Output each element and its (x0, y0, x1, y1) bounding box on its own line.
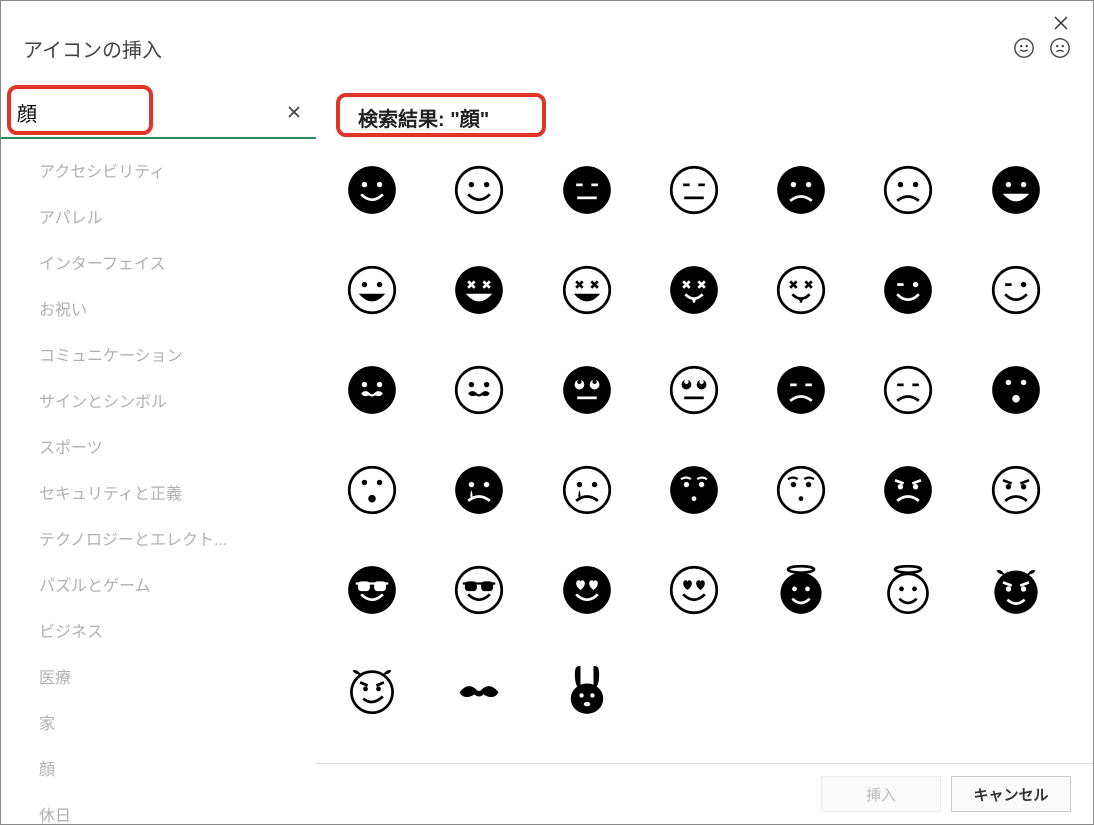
icon-grid (344, 152, 1085, 738)
category-list[interactable]: アクセシビリティアパレルインターフェイスお祝いコミュニケーションサインとシンボル… (1, 139, 316, 824)
cancel-button[interactable]: キャンセル (951, 776, 1071, 812)
category-item[interactable]: お祝い (1, 285, 316, 331)
category-item[interactable]: コミュニケーション (1, 331, 316, 377)
insert-button[interactable]: 挿入 (821, 776, 941, 812)
icon-surprise-outline[interactable] (344, 462, 400, 518)
category-item[interactable]: パズルとゲーム (1, 561, 316, 607)
icon-angry-outline[interactable] (988, 462, 1044, 518)
category-item[interactable]: サインとシンボル (1, 377, 316, 423)
icon-devil-solid[interactable] (988, 562, 1044, 618)
icon-tongue-squint-solid[interactable] (666, 262, 722, 318)
icon-hearts-solid[interactable] (559, 562, 615, 618)
category-item[interactable]: スポーツ (1, 423, 316, 469)
icon-sunglasses-outline[interactable] (451, 562, 507, 618)
icon-halo-solid[interactable] (773, 562, 829, 618)
clear-search-button[interactable] (282, 98, 306, 126)
icon-laugh-squint-solid[interactable] (451, 262, 507, 318)
category-item[interactable]: 家 (1, 699, 316, 745)
category-item[interactable]: アクセシビリティ (1, 147, 316, 193)
icon-wink-solid[interactable] (880, 262, 936, 318)
icon-mustache-solid[interactable] (344, 362, 400, 418)
icon-halo-outline[interactable] (880, 562, 936, 618)
close-icon (1054, 16, 1068, 30)
icon-mustache-outline[interactable] (451, 362, 507, 418)
header-mood-icons (1013, 37, 1071, 59)
icon-surprise-solid[interactable] (988, 362, 1044, 418)
icon-neutral-outline[interactable] (666, 162, 722, 218)
icon-tired-outline[interactable] (880, 362, 936, 418)
icon-neutral-solid[interactable] (559, 162, 615, 218)
icon-scroll-area[interactable] (316, 148, 1093, 763)
icon-rolleyes-solid[interactable] (559, 362, 615, 418)
footer: 挿入 キャンセル (316, 763, 1093, 824)
icon-laugh-squint-outline[interactable] (559, 262, 615, 318)
category-item[interactable]: セキュリティと正義 (1, 469, 316, 515)
icon-tired-solid[interactable] (773, 362, 829, 418)
icon-sunglasses-solid[interactable] (344, 562, 400, 618)
search-result-label: 検索結果: "顔" (346, 97, 501, 138)
icon-worried-solid[interactable] (666, 462, 722, 518)
icon-frown-solid[interactable] (773, 162, 829, 218)
sidebar: アクセシビリティアパレルインターフェイスお祝いコミュニケーションサインとシンボル… (1, 91, 316, 824)
category-item[interactable]: アパレル (1, 193, 316, 239)
category-item[interactable]: 医療 (1, 653, 316, 699)
main-panel: 検索結果: "顔" 挿入 キャンセル (316, 91, 1093, 824)
close-button[interactable] (1047, 9, 1075, 37)
icon-tongue-squint-outline[interactable] (773, 262, 829, 318)
icon-rolleyes-outline[interactable] (666, 362, 722, 418)
icon-worried-outline[interactable] (773, 462, 829, 518)
icon-smile-outline[interactable] (451, 162, 507, 218)
icon-grin-outline[interactable] (344, 262, 400, 318)
x-icon (287, 105, 301, 119)
category-item[interactable]: ビジネス (1, 607, 316, 653)
smile-icon (1013, 37, 1035, 59)
icon-grin-solid[interactable] (988, 162, 1044, 218)
icon-hearts-outline[interactable] (666, 562, 722, 618)
search-input[interactable] (17, 101, 282, 124)
icon-angry-solid[interactable] (880, 462, 936, 518)
icon-devil-outline[interactable] (344, 662, 400, 718)
icon-cry-outline[interactable] (559, 462, 615, 518)
icon-mustache-only[interactable] (451, 662, 507, 718)
icon-rabbit[interactable] (559, 662, 615, 718)
dialog-title: アイコンの挿入 (23, 34, 162, 63)
category-item[interactable]: インターフェイス (1, 239, 316, 285)
frown-icon (1049, 37, 1071, 59)
icon-frown-outline[interactable] (880, 162, 936, 218)
icon-smile-solid[interactable] (344, 162, 400, 218)
category-item[interactable]: テクノロジーとエレクト... (1, 515, 316, 561)
category-item[interactable]: 顔 (1, 745, 316, 791)
category-item[interactable]: 休日 (1, 791, 316, 824)
header: アイコンの挿入 (1, 1, 1093, 91)
icon-wink-outline[interactable] (988, 262, 1044, 318)
icon-cry-solid[interactable] (451, 462, 507, 518)
